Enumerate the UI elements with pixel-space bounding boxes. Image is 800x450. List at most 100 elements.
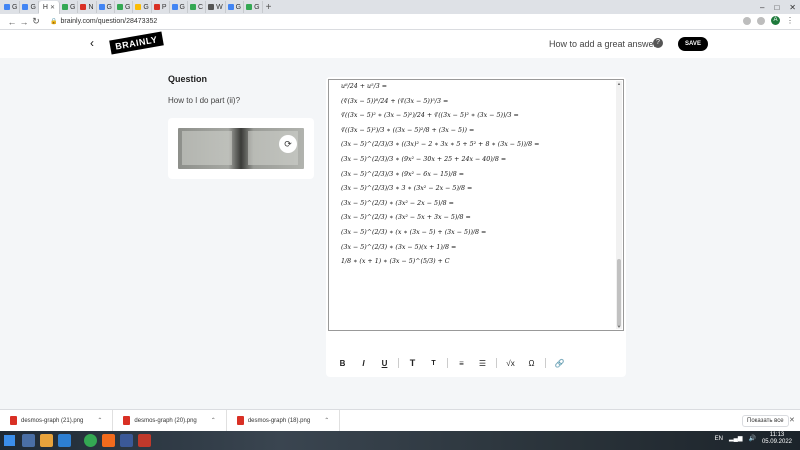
profile-avatar[interactable]: A — [771, 16, 780, 25]
clock[interactable]: 11:13 05.09.2022 — [762, 432, 792, 445]
tab-favicon-icon — [135, 4, 142, 10]
math-line: (3x − 5)^(2/3) ∗ (3x − 5)(x + 1)/8 = — [341, 243, 457, 251]
browser-tab[interactable]: G — [60, 1, 79, 13]
math-line: ∛((3x − 5)² ∗ (3x − 5)²)/24 + ∛((3x − 5)… — [341, 112, 519, 120]
main-content: Question How to I do part (ii)? ⟳ u⁸/24 … — [0, 58, 800, 409]
editor-toolbar: B I U T T ≡ ☰ √x Ω 🔗 — [326, 351, 626, 375]
browser-tab[interactable]: G — [97, 1, 115, 13]
browser-tab[interactable]: G — [226, 1, 245, 13]
url-text: brainly.com/question/28473352 — [60, 18, 158, 25]
browser-tab[interactable]: G — [244, 1, 263, 13]
app-icon[interactable] — [120, 434, 133, 447]
symbol-button[interactable]: Ω — [521, 359, 542, 368]
tab-favicon-icon — [80, 4, 87, 10]
language-indicator[interactable]: EN — [715, 436, 723, 442]
download-item[interactable]: desmos-graph (18).png ⌃ — [227, 409, 341, 432]
file-icon — [123, 416, 131, 425]
scroll-down-icon[interactable]: ▼ — [617, 324, 621, 329]
download-item[interactable]: desmos-graph (20).png ⌃ — [113, 409, 227, 432]
close-tab-icon[interactable]: ✕ — [50, 4, 55, 11]
back-arrow-icon[interactable]: ← — [6, 17, 18, 27]
download-filename: desmos-graph (21).png — [21, 417, 84, 424]
underline-button[interactable]: U — [374, 359, 395, 368]
downloads-bar: desmos-graph (21).png ⌃ desmos-graph (20).… — [0, 409, 800, 432]
ordered-list-button[interactable]: ≡ — [451, 359, 472, 368]
new-tab-button[interactable]: + — [266, 2, 272, 13]
italic-button[interactable]: I — [353, 359, 374, 368]
download-options-icon[interactable]: ⌃ — [211, 417, 216, 424]
browser-tab[interactable]: G — [20, 1, 39, 13]
help-icon[interactable]: ? — [653, 38, 663, 48]
heading-small-button[interactable]: T — [423, 360, 444, 367]
browser-tab[interactable]: G — [2, 1, 21, 13]
close-window-icon[interactable]: ✕ — [789, 3, 796, 12]
tab-label: G — [143, 3, 149, 11]
close-downloads-icon[interactable]: ✕ — [789, 416, 795, 424]
download-options-icon[interactable]: ⌃ — [97, 417, 102, 424]
math-line: u⁸/24 + u⁵/3 = — [341, 83, 387, 90]
chrome-app-icon[interactable] — [84, 434, 97, 447]
download-options-icon[interactable]: ⌃ — [324, 417, 329, 424]
windows-taskbar: EN ▂▄▆ 🔊 11:13 05.09.2022 — [0, 431, 800, 450]
editor-scrollbar[interactable]: ▲ ▼ — [616, 81, 622, 329]
browser-tab[interactable]: G — [115, 1, 134, 13]
tab-label: G — [106, 3, 112, 11]
bullet-list-button[interactable]: ☰ — [472, 359, 493, 368]
tab-label: G — [30, 3, 36, 11]
tab-favicon-icon — [62, 4, 68, 10]
bold-button[interactable]: B — [332, 359, 353, 368]
math-line: (3x − 5)^(2/3) ∗ (3x² − 5x + 3x − 5)/8 = — [341, 214, 471, 222]
toolbar-divider — [545, 358, 546, 368]
download-filename: desmos-graph (18).png — [247, 417, 311, 424]
tab-label: Р — [161, 3, 167, 11]
heading-large-button[interactable]: T — [402, 358, 423, 368]
howto-link[interactable]: How to add a great answer — [549, 39, 657, 49]
math-line: ∛((3x − 5)²)/3 ∗ ((3x − 5)²/8 + (3x − 5)… — [341, 126, 475, 134]
browser-menu-icon[interactable]: ⋮ — [786, 16, 794, 25]
url-field[interactable]: 🔒 brainly.com/question/28473352 — [50, 18, 157, 25]
tab-favicon-icon — [98, 4, 105, 10]
app-icon[interactable] — [138, 434, 151, 447]
scroll-up-icon[interactable]: ▲ — [617, 81, 621, 86]
back-button[interactable]: ‹ — [90, 36, 94, 50]
download-item[interactable]: desmos-graph (21).png ⌃ — [0, 409, 114, 432]
equation-button[interactable]: √x — [500, 359, 521, 368]
forward-arrow-icon[interactable]: → — [18, 17, 30, 27]
explorer-app-icon[interactable] — [22, 434, 35, 447]
extension-icon[interactable] — [743, 16, 751, 25]
browser-tab[interactable]: W — [206, 1, 226, 13]
show-all-downloads-button[interactable]: Показать все — [742, 415, 789, 427]
attach-icon[interactable]: 🔗 — [549, 359, 570, 368]
browser-tab[interactable]: N — [78, 1, 97, 13]
folder-app-icon[interactable] — [40, 434, 53, 447]
tab-label: G — [124, 3, 131, 11]
question-text: How to I do part (ii)? — [168, 96, 241, 105]
math-line: (3x − 5)^(2/3)/3 ∗ ((3x)² − 2 ∗ 3x ∗ 5 +… — [341, 141, 540, 149]
tab-favicon-icon — [246, 4, 253, 10]
brainly-logo[interactable]: BRAINLY — [109, 31, 164, 55]
tab-favicon-icon — [4, 4, 10, 10]
active-browser-tab[interactable]: Н ✕ — [38, 0, 60, 14]
clock-time: 11:13 — [769, 432, 785, 438]
tab-favicon-icon — [208, 4, 215, 10]
rotate-icon[interactable]: ⟳ — [279, 135, 297, 153]
start-button-icon[interactable] — [4, 435, 15, 446]
save-button[interactable]: SAVE — [678, 37, 708, 51]
app-icon[interactable] — [102, 434, 115, 447]
reload-icon[interactable]: ↻ — [30, 16, 42, 27]
maximize-icon[interactable]: □ — [774, 3, 779, 12]
tab-label: G — [254, 3, 260, 11]
network-icon[interactable]: ▂▄▆ — [729, 435, 742, 442]
app-icon[interactable] — [58, 434, 71, 447]
browser-tab[interactable]: C — [188, 1, 207, 13]
browser-tab[interactable]: G — [170, 1, 188, 13]
answer-text-area[interactable]: u⁸/24 + u⁵/3 = (∛(3x − 5))⁸/24 + (∛(3x − … — [328, 79, 624, 331]
minimize-icon[interactable]: – — [760, 3, 764, 12]
bookmark-icon[interactable] — [757, 16, 765, 25]
browser-tab[interactable]: Р — [152, 1, 170, 13]
volume-icon[interactable]: 🔊 — [748, 435, 755, 442]
scrollbar-thumb[interactable] — [617, 259, 621, 327]
browser-tab[interactable]: G — [133, 1, 152, 13]
tab-label: G — [70, 3, 76, 11]
math-line: 1/8 ∗ (x + 1) ∗ (3x − 5)^(5/3) + C — [341, 258, 450, 266]
